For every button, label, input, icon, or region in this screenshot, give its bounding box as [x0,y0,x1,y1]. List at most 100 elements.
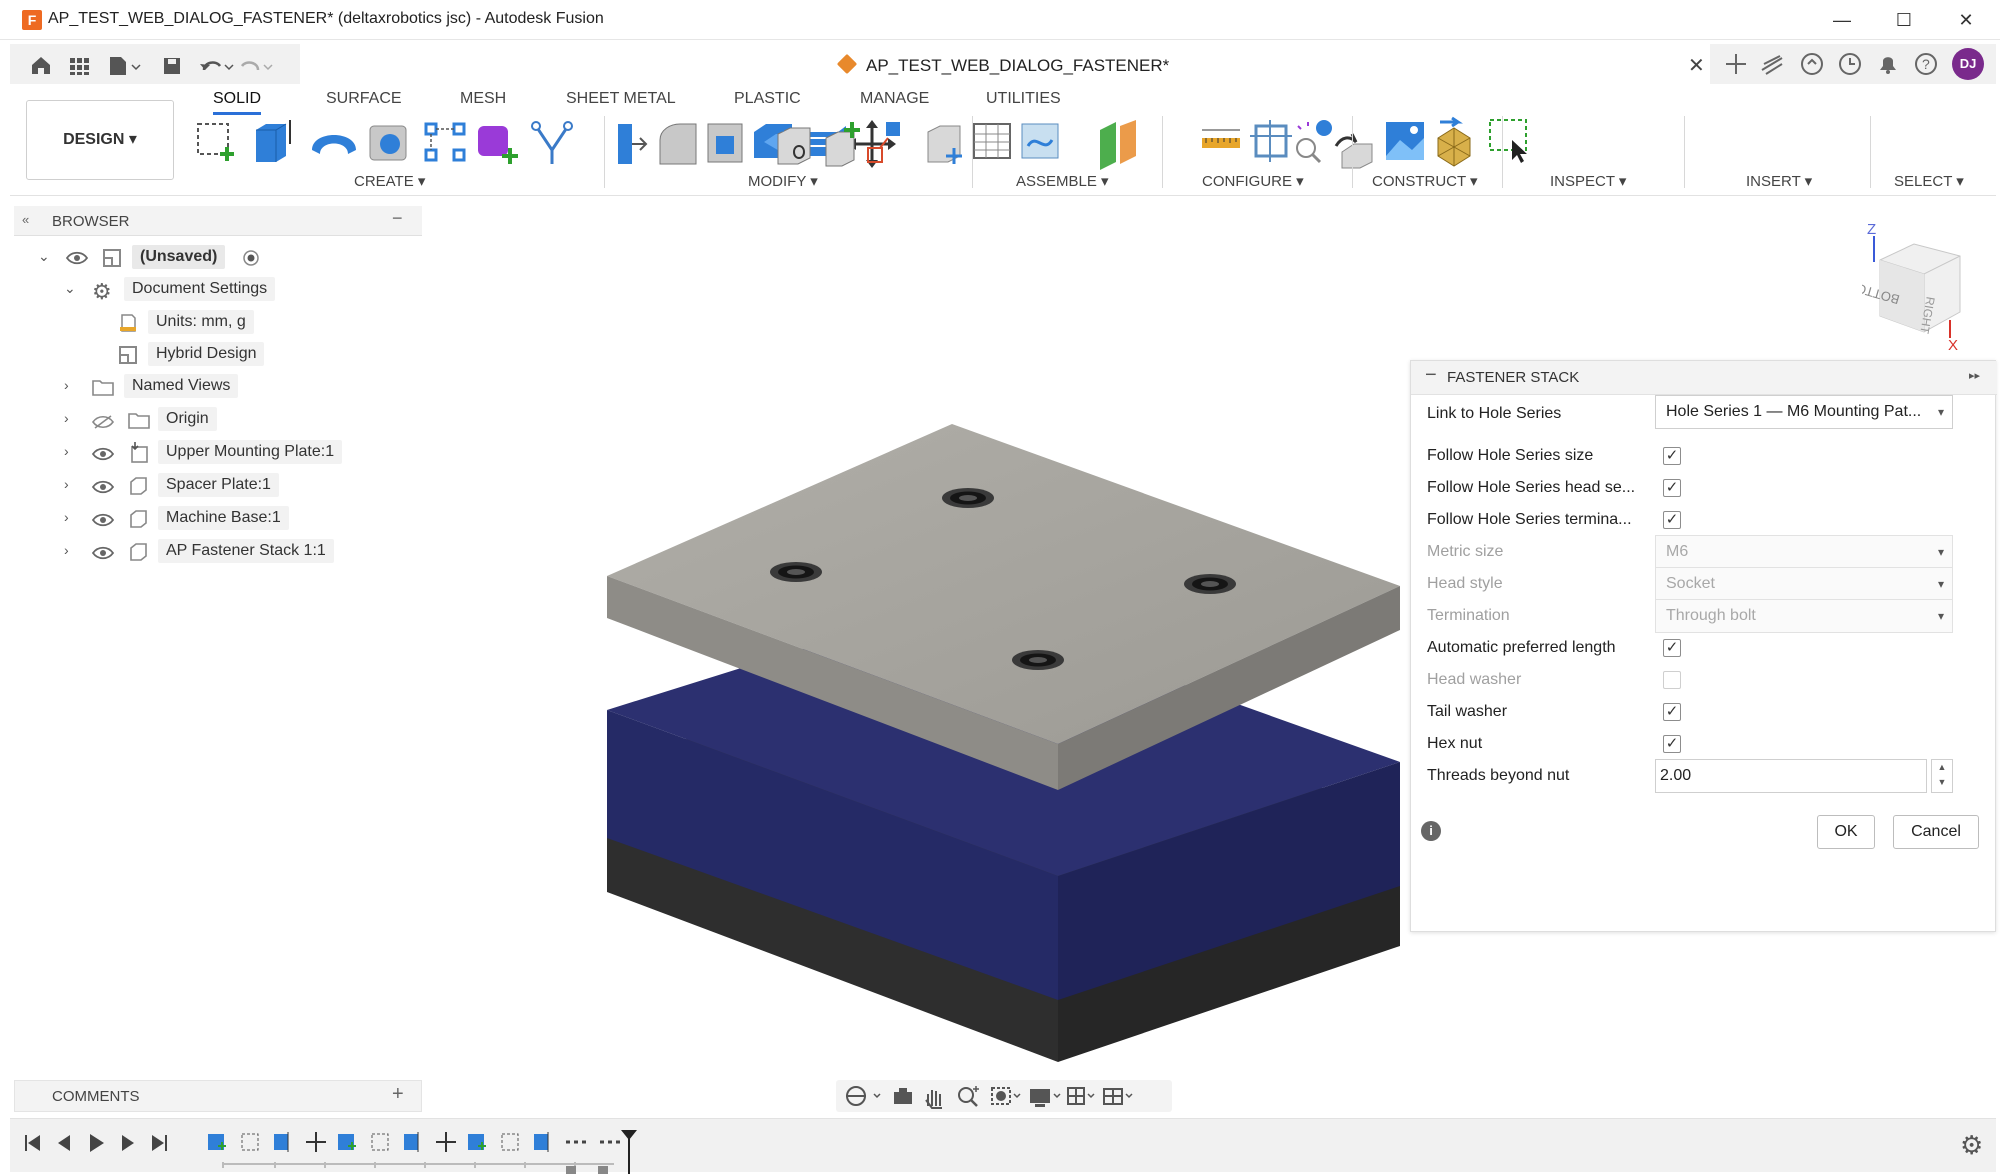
section-analysis-icon[interactable] [1250,120,1292,162]
apps-grid-icon[interactable] [70,58,89,75]
dialog-collapse-button[interactable]: − [1425,364,1437,387]
derive-icon[interactable] [531,121,573,164]
minimize-button[interactable]: — [1822,6,1862,34]
timeline-sketch-icon[interactable] [501,1133,519,1151]
spin-up-icon[interactable]: ▲ [1932,760,1952,775]
hole-icon[interactable] [369,125,407,161]
tree-item-units[interactable]: Units: mm, g [148,310,254,334]
notifications-bell-icon[interactable] [1880,57,1896,74]
chevron-down-icon[interactable]: ⌄ [64,280,76,297]
dialog-expand-button[interactable]: ▸▸ [1969,369,1980,382]
play-icon[interactable] [90,1134,104,1152]
tree-item-upper-mounting-plate[interactable]: Upper Mounting Plate:1 [158,440,343,464]
chevron-right-icon[interactable]: › [64,542,69,558]
timeline-extrude-icon[interactable] [404,1132,419,1152]
create-sketch-icon[interactable] [197,123,234,161]
browser-minimize-button[interactable]: − [392,208,403,229]
eye-icon[interactable] [92,512,114,528]
chevron-down-icon[interactable]: ⌄ [38,248,50,265]
create-form-icon[interactable] [478,126,518,164]
timeline-sketch-icon[interactable] [371,1133,389,1151]
timeline-component-icon[interactable] [208,1134,226,1150]
follow-termination-checkbox[interactable]: ✓ [1663,511,1681,529]
measure-icon[interactable] [1202,129,1240,148]
tail-washer-checkbox[interactable]: ✓ [1663,703,1681,721]
help-icon[interactable]: ? [1915,53,1937,75]
look-at-icon[interactable] [894,1088,912,1104]
save-icon[interactable] [164,58,180,74]
insert-derive-icon[interactable] [1334,133,1373,169]
timeline-settings-gear-icon[interactable]: ⚙ [1960,1130,1983,1161]
timeline-move-icon[interactable] [436,1132,456,1152]
construct-group-label[interactable]: CONSTRUCT ▾ [1372,172,1478,190]
head-style-select[interactable]: Socket ▾ [1655,567,1953,601]
link-hole-series-select[interactable]: Hole Series 1 — M6 Mounting Pat... ▾ [1655,395,1953,429]
timeline-move-icon[interactable] [306,1132,326,1152]
eye-icon[interactable] [66,250,88,266]
tree-item-machine-base[interactable]: Machine Base:1 [158,506,289,530]
tree-item-ap-fastener-stack[interactable]: AP Fastener Stack 1:1 [158,539,334,563]
extensions-icon[interactable] [1761,55,1783,75]
follow-head-checkbox[interactable]: ✓ [1663,479,1681,497]
eye-icon[interactable] [92,479,114,495]
timeline-component-icon[interactable] [468,1134,486,1150]
extrude-icon[interactable] [256,120,291,162]
create-group-label[interactable]: CREATE ▾ [354,172,425,190]
tab-plastic[interactable]: PLASTIC [734,90,801,108]
hole-left[interactable] [770,562,822,582]
select-group-label[interactable]: SELECT ▾ [1894,172,1964,190]
grid-icon[interactable] [1067,1087,1095,1105]
chevron-right-icon[interactable]: › [64,476,69,492]
construct-plane-icon[interactable] [1100,120,1136,170]
select-window-icon[interactable] [1489,119,1527,163]
workspace-switcher-button[interactable]: DESIGN ▾ [26,100,174,180]
insert-canvas-icon[interactable] [1386,122,1424,160]
chevron-right-icon[interactable]: › [64,443,69,459]
clock-icon[interactable] [1839,53,1861,75]
spin-down-icon[interactable]: ▼ [1932,775,1952,790]
activate-radio-icon[interactable] [242,249,260,267]
tab-mesh[interactable]: MESH [460,90,506,108]
pattern-icon[interactable] [424,122,466,162]
eye-hidden-icon[interactable] [92,414,114,430]
eye-icon[interactable] [92,446,114,462]
timeline-marker-icon[interactable] [620,1130,638,1174]
assemble-group-label[interactable]: ASSEMBLE ▾ [1016,172,1109,190]
add-comment-button[interactable]: + [392,1083,404,1106]
interference-icon[interactable] [1296,120,1332,164]
tree-item-named-views[interactable]: Named Views [124,374,239,398]
file-menu-icon[interactable] [110,57,141,75]
chevron-right-icon[interactable]: › [64,410,69,426]
hole-bottom[interactable] [1012,650,1064,670]
inspect-group-label[interactable]: INSPECT ▾ [1550,172,1626,190]
head-washer-checkbox[interactable] [1663,671,1681,689]
tree-item-root[interactable]: (Unsaved) [132,245,226,269]
viewports-icon[interactable] [1103,1088,1133,1105]
auto-length-checkbox[interactable]: ✓ [1663,639,1681,657]
timeline-component-icon[interactable] [338,1134,356,1150]
step-forward-icon[interactable] [122,1135,134,1151]
go-to-end-icon[interactable] [152,1135,167,1151]
tab-sheet-metal[interactable]: SHEET METAL [566,90,676,108]
redo-icon[interactable] [240,61,273,71]
threads-beyond-nut-input[interactable]: 2.00 [1655,759,1927,793]
home-icon[interactable] [32,57,50,74]
zoom-icon[interactable] [958,1086,979,1107]
insert-group-label[interactable]: INSERT ▾ [1746,172,1812,190]
hole-top[interactable] [942,488,994,508]
tree-item-hybrid-design[interactable]: Hybrid Design [148,342,265,366]
metric-size-select[interactable]: M6 ▾ [1655,535,1953,569]
hole-right[interactable] [1184,574,1236,594]
threads-spinner[interactable]: ▲ ▼ [1931,759,1953,793]
termination-select[interactable]: Through bolt ▾ [1655,599,1953,633]
document-tab-close-button[interactable]: ✕ [1688,53,1705,78]
chamfer-icon[interactable] [707,123,743,163]
follow-size-checkbox[interactable]: ✓ [1663,447,1681,465]
user-avatar[interactable]: DJ [1952,48,1984,80]
tree-item-spacer-plate[interactable]: Spacer Plate:1 [158,473,279,497]
modify-group-label[interactable]: MODIFY ▾ [748,172,818,190]
view-cube[interactable]: BOTTOM RIGHT Z X [1862,220,1974,352]
new-tab-plus-icon[interactable] [1726,54,1746,74]
chevron-right-icon[interactable]: › [64,377,69,393]
chevron-right-icon[interactable]: › [64,509,69,525]
